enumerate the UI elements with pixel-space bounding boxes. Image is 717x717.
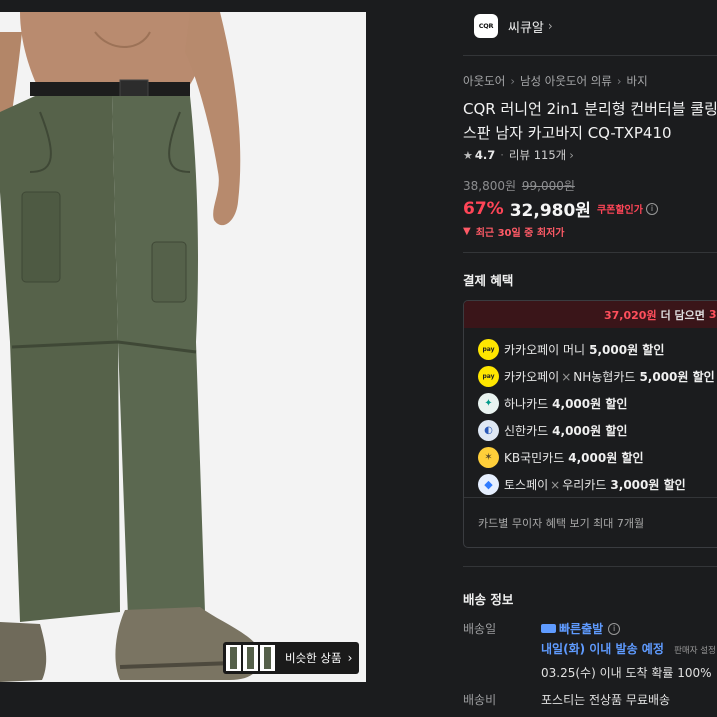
tosspay-icon: ◆ [478,474,499,495]
info-icon[interactable]: i [608,622,621,635]
divider [463,55,717,56]
chevron-right-icon: › [616,74,622,88]
thumbnail [243,645,258,671]
benefit-name: 토스페이 [504,478,549,492]
benefit-row-tosspay-woori: ◆ 토스페이 × 우리카드 3,000원 할인 [478,474,686,495]
benefit-discount: 4,000원 할인 [552,424,628,438]
benefit-discount: 4,000원 할인 [568,451,644,465]
benefit-row-kakaopay-nh: pay 카카오페이 × NH농협카드 5,000원 할인 [478,366,715,387]
info-icon[interactable]: i [645,202,658,215]
benefit-name: KB국민카드 [504,451,565,465]
product-title-line: 스판 남자 카고바지 CQ-TXP410 [463,124,672,142]
times-icon: × [561,369,572,384]
benefit-banner-amount: 37,020원 [604,308,657,322]
shipping-eta-note: 판매자 설정 [674,646,716,656]
chevron-right-icon: › [547,19,553,33]
product-photo-pants [0,12,366,682]
lowest-price-badge: ▼ 최근 30일 중 최저가 [463,224,564,239]
thumbnail [260,645,275,671]
similar-thumbnails [226,645,275,671]
interest-free-link[interactable]: 카드별 무이자 혜택 보기 최대 7개월 [464,497,717,547]
thumbnail [226,645,241,671]
seller-name: 씨큐알 [508,20,544,36]
breadcrumb-item[interactable]: 남성 아웃도어 의류 [520,74,612,88]
shipping-fee-label: 배송비 [463,693,497,707]
similar-products-button[interactable]: 비슷한 상품 › [223,642,359,674]
payment-benefits-title: 결제 혜택 [463,273,514,288]
benefit-row-kakaopay-money: pay 카카오페이 머니 5,000원 할인 [478,339,664,360]
benefit-discount: 4,000원 할인 [552,397,628,411]
chevron-right-icon: › [347,651,353,665]
base-price: 38,800원 [463,179,517,193]
product-title-line: CQR 러니언 2in1 분리형 컨버터블 쿨링 [463,100,717,118]
kakaopay-icon: pay [478,339,499,360]
kakaopay-icon: pay [478,366,499,387]
shipping-date-label: 배송일 [463,622,497,636]
payment-benefits-box: 37,020원 더 담으면 3,0 pay 카카오페이 머니 5,000원 할인… [463,300,717,548]
benefit-banner-more: 3,0 [708,308,717,321]
breadcrumb-item[interactable]: 아웃도어 [463,74,505,88]
rating-score: 4.7 [474,148,496,162]
fast-departure-badge: 빠른출발 i [541,620,621,637]
arrival-estimate: 03.25(수) 이내 도착 확률 100% [541,666,712,680]
shipping-info-title: 배송 정보 [463,592,514,607]
benefit-name: 카카오페이 머니 [504,343,586,357]
benefit-name: 신한카드 [504,424,549,438]
benefit-name: 카카오페이 [504,370,560,384]
divider [463,252,717,253]
original-price: 99,000원 [521,179,575,193]
chevron-right-icon: › [510,74,515,88]
discount-rate: 67% [463,198,504,219]
benefit-discount: 5,000원 할인 [589,343,665,357]
times-icon: × [550,477,561,492]
benefit-discount: 5,000원 할인 [639,370,715,384]
similar-products-label: 비슷한 상품 [285,651,342,665]
shinhancard-icon: ◐ [478,420,499,441]
hanacard-icon: ✦ [478,393,499,414]
arrow-down-icon: ▼ [463,226,471,237]
benefit-card-name: NH농협카드 [573,370,636,384]
product-image[interactable]: 비슷한 상품 › [0,12,366,682]
breadcrumb-item[interactable]: 바지 [627,74,648,88]
benefit-banner[interactable]: 37,020원 더 담으면 3,0 [464,301,717,328]
fast-departure-label: 빠른출발 [559,622,604,636]
kbcard-icon: ✶ [478,447,499,468]
benefit-discount: 3,000원 할인 [610,478,686,492]
benefit-row-shinhan: ◐ 신한카드 4,000원 할인 [478,420,627,441]
final-price: 32,980원 [509,201,591,221]
breadcrumb: 아웃도어 › 남성 아웃도어 의류 › 바지 [463,73,648,89]
price-original-row: 38,800원 99,000원 [463,177,575,194]
truck-icon [541,624,556,633]
shipping-fee-value: 포스티는 전상품 무료배송 [541,693,671,707]
shipping-eta-text: 내일(화) 이내 발송 예정 [541,642,664,656]
rating-summary[interactable]: ★ 4.7 · 리뷰 115개 › [463,147,574,163]
lowest-price-text: 최근 30일 중 최저가 [475,228,565,239]
seller-link[interactable]: CQR 씨큐알 › [474,14,553,38]
chevron-right-icon: › [569,148,574,162]
coupon-price-label: 쿠폰할인가 [596,205,643,216]
divider [463,566,717,567]
benefit-row-kb: ✶ KB국민카드 4,000원 할인 [478,447,644,468]
benefit-name: 하나카드 [504,397,549,411]
product-title: CQR 러니언 2in1 분리형 컨버터블 쿨링 스판 남자 카고바지 CQ-T… [463,97,717,145]
sale-price-row: 67% 32,980원 쿠폰할인가 i [463,196,658,221]
seller-logo: CQR [474,14,498,38]
review-count: 리뷰 115개 [508,148,567,162]
star-icon: ★ [463,148,473,162]
benefit-card-name: 우리카드 [562,478,607,492]
separator: · [500,148,504,162]
benefit-row-hana: ✦ 하나카드 4,000원 할인 [478,393,627,414]
shipping-eta: 내일(화) 이내 발송 예정 판매자 설정 [541,640,716,657]
benefit-banner-text: 더 담으면 [660,308,705,322]
